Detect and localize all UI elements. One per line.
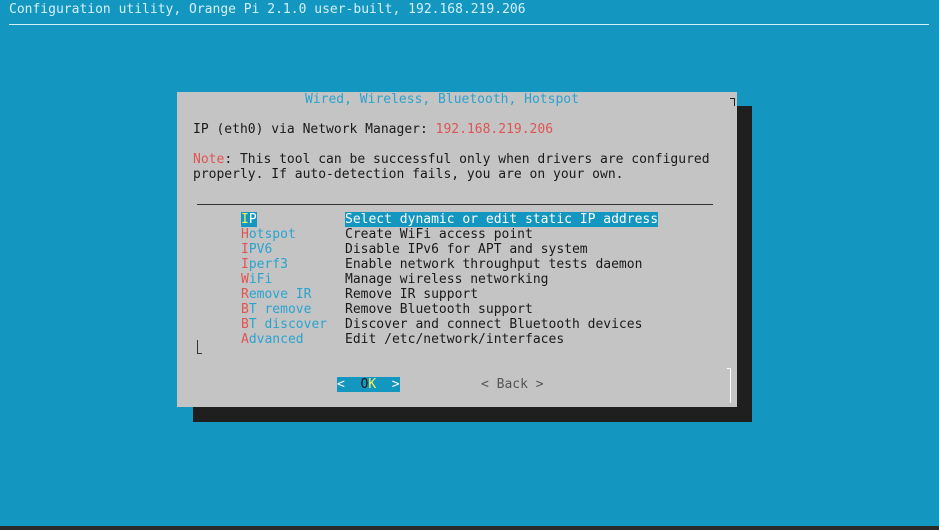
ok-hotkey: K <box>368 377 377 392</box>
note-text-1: : This tool can be successful only when … <box>224 152 710 167</box>
menu-item-label: T remove <box>248 302 312 317</box>
menu-item-label: P <box>248 212 257 227</box>
menu-item-label: dvanced <box>248 332 304 347</box>
menu-item-description: Select dynamic or edit static IP address <box>345 212 659 227</box>
menu-item-hotkey: I <box>241 257 249 272</box>
menu-item-tag: Advanced <box>241 332 304 347</box>
ip-line: IP (eth0) via Network Manager: 192.168.2… <box>193 122 553 137</box>
menu-item-tag: IP <box>241 212 257 227</box>
dialog-corner <box>730 98 735 106</box>
menu-item-description: Remove Bluetooth support <box>345 302 533 317</box>
menu-item-label: otspot <box>248 227 296 242</box>
menu-item-tag: WiFi <box>241 272 272 287</box>
title-divider <box>9 24 929 25</box>
menu-top-border <box>197 204 713 205</box>
menu-item-hotkey: I <box>241 212 249 227</box>
menu-item-description: Discover and connect Bluetooth devices <box>345 317 643 332</box>
menu-item-tag: BT discover <box>241 317 327 332</box>
menu-item-description: Enable network throughput tests daemon <box>345 257 643 272</box>
menu-item-description: Edit /etc/network/interfaces <box>345 332 565 347</box>
menu-item-tag: BT remove <box>241 302 311 317</box>
ok-bracket-left: < <box>337 377 361 392</box>
menu-item-description: Manage wireless networking <box>345 272 549 287</box>
menu-item-hotkey: H <box>241 227 249 242</box>
menu-left-border <box>197 340 198 354</box>
menu-item-hotkey: I <box>241 242 249 257</box>
ok-bracket-right: > <box>376 377 400 392</box>
menu-item-hotkey: W <box>241 272 249 287</box>
note-label: Note <box>193 152 225 167</box>
bottom-border <box>0 526 939 530</box>
menu-item-tag: Hotspot <box>241 227 296 242</box>
menu-item-label: iFi <box>248 272 273 287</box>
ip-value: 192.168.219.206 <box>435 122 554 137</box>
menu-item-label: T discover <box>248 317 328 332</box>
back-button[interactable]: < Back > <box>481 377 544 392</box>
ip-label: IP (eth0) via Network Manager: <box>193 122 436 137</box>
menu-item-tag: Iperf3 <box>241 257 288 272</box>
menu-item-hotkey: R <box>241 287 249 302</box>
dialog-title: Wired, Wireless, Bluetooth, Hotspot <box>305 92 579 107</box>
menu-item-label: PV6 <box>248 242 273 257</box>
note-line-1: Note: This tool can be successful only w… <box>193 152 710 167</box>
menu-item-description: Disable IPv6 for APT and system <box>345 242 588 257</box>
menu-item-hotkey: B <box>241 317 249 332</box>
menu-item-label: emove IR <box>248 287 312 302</box>
menu-right-border <box>730 368 731 403</box>
menu-item-tag: Remove IR <box>241 287 311 302</box>
menu-item-label: perf3 <box>248 257 288 272</box>
menu-item-description: Remove IR support <box>345 287 479 302</box>
menu-item-tag: IPV6 <box>241 242 272 257</box>
ok-button[interactable]: < OK > <box>337 377 400 392</box>
menu-item-hotkey: A <box>241 332 249 347</box>
note-line-2: properly. If auto-detection fails, you a… <box>193 167 624 182</box>
window-title: Configuration utility, Orange Pi 2.1.0 u… <box>9 2 526 17</box>
menu-item-hotkey: B <box>241 302 249 317</box>
menu-bottom-corner <box>197 353 202 354</box>
menu-item-description: Create WiFi access point <box>345 227 533 242</box>
